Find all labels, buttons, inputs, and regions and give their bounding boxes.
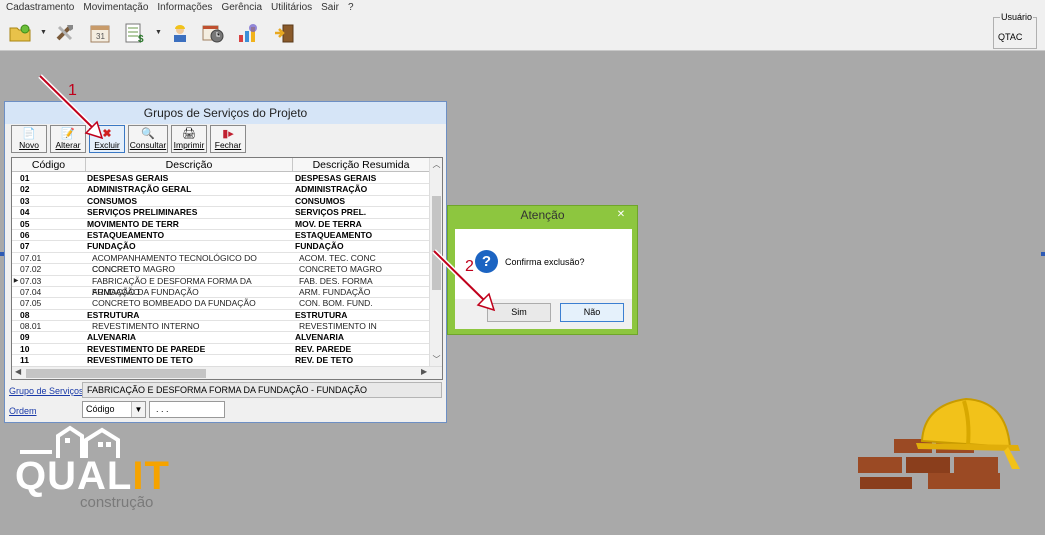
logo-accent-text: IT <box>132 454 170 498</box>
logo-main-text: QUAL <box>15 454 133 498</box>
annotation-step-2: 2 <box>465 258 474 275</box>
logo-houses-icon <box>20 425 120 458</box>
logo-subtitle: construção <box>80 494 154 511</box>
bricks-helmet-icon <box>858 397 1020 489</box>
annotation-step-1: 1 <box>68 82 77 99</box>
arrow-step-2 <box>432 249 496 312</box>
brand-logo: QUALIT <box>15 456 170 496</box>
